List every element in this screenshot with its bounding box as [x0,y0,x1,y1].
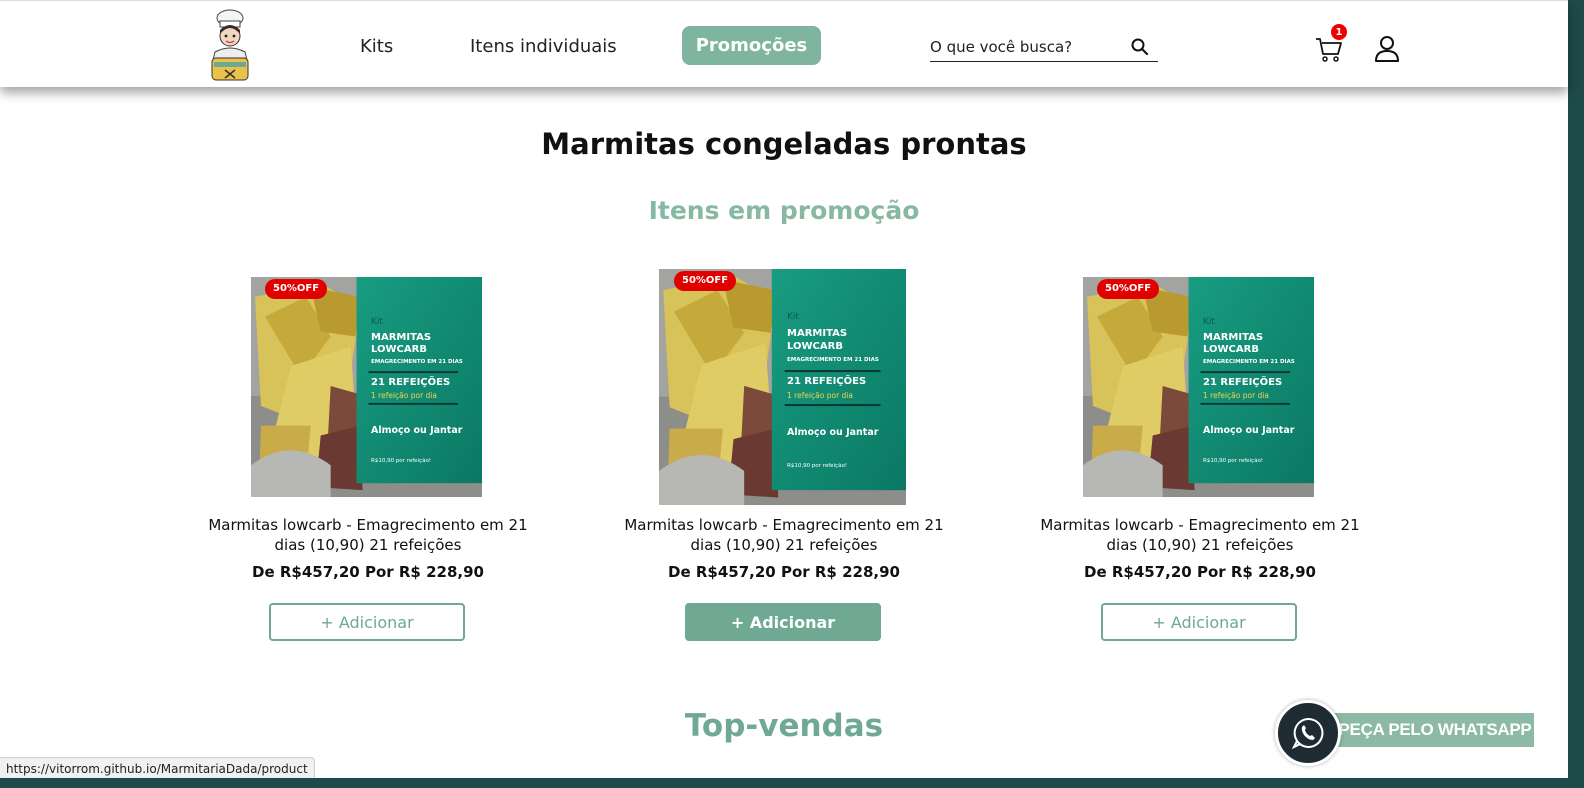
search-bar [930,33,1158,62]
image-subtitle: EMAGRECIMENTO EM 21 DIAS [1203,359,1295,365]
image-title-line-2: LOWCARB [1203,344,1259,355]
image-meal-time: Almoço ou Jantar [1203,425,1295,436]
whatsapp-icon [1291,717,1324,750]
product-image[interactable]: 50%OFF Kit MARMITAS LOWCARB EMAGRECIMENT… [251,277,482,497]
product-name[interactable]: Marmitas lowcarb - Emagrecimento em 21 d… [203,515,533,555]
image-price-note: R$10,90 por refeição! [1203,458,1264,464]
image-meals: 21 REFEIÇÕES [1203,377,1283,388]
product-image[interactable]: 50%OFF Kit MARMITAS LOWCARB EMAGRECIMENT… [1083,277,1314,497]
image-price-note: R$10,90 por refeição! [371,458,432,464]
product-price: De R$457,20 Por R$ 228,90 [1084,563,1316,581]
image-meal-time: Almoço ou Jantar [787,427,879,438]
image-per-day: 1 refeição por dia [371,391,437,400]
site-header: Kits Itens individuais Promoções 1 [0,0,1568,87]
nav-kits[interactable]: Kits [360,36,393,57]
image-per-day: 1 refeição por dia [787,391,853,400]
product-image[interactable]: 50%OFF Kit MARMITAS LOWCARB EMAGRECIMENT… [659,269,906,505]
search-icon[interactable] [1130,37,1150,57]
search-input[interactable] [930,35,1120,59]
image-price-note: R$10,90 por refeição! [787,463,848,469]
image-subtitle: EMAGRECIMENTO EM 21 DIAS [371,359,463,365]
product-name[interactable]: Marmitas lowcarb - Emagrecimento em 21 d… [619,515,949,555]
page-title: Marmitas congeladas prontas [541,127,1027,161]
image-title-line-2: LOWCARB [371,344,427,355]
window-bottom-edge [0,778,1568,788]
nav-itens-individuais[interactable]: Itens individuais [470,36,617,57]
product-card: Marmitas lowcarb - Emagrecimento em 21 d… [1035,515,1365,655]
logo[interactable] [205,8,255,84]
cart-count-badge: 1 [1331,24,1347,40]
discount-badge: 50%OFF [674,271,737,291]
whatsapp-banner[interactable]: PEÇA PELO WHATSAPP [1330,713,1534,747]
product-card: Marmitas lowcarb - Emagrecimento em 21 d… [619,515,949,655]
discount-badge: 50%OFF [265,279,328,299]
section-title-promocoes: Itens em promoção [648,196,920,225]
nav-promocoes[interactable]: Promoções [682,26,821,65]
image-kit-label: Kit [787,312,799,322]
image-kit-label: Kit [1203,317,1215,327]
whatsapp-button[interactable] [1275,700,1341,766]
page-edge [1568,0,1584,788]
image-kit-label: Kit [371,317,383,327]
image-title-line-1: MARMITAS [787,328,848,339]
image-meals: 21 REFEIÇÕES [787,376,867,387]
product-price: De R$457,20 Por R$ 228,90 [252,563,484,581]
image-meal-time: Almoço ou Jantar [371,425,463,436]
image-meals: 21 REFEIÇÕES [371,377,451,388]
image-per-day: 1 refeição por dia [1203,391,1269,400]
discount-badge: 50%OFF [1097,279,1160,299]
product-name[interactable]: Marmitas lowcarb - Emagrecimento em 21 d… [1035,515,1365,555]
user-icon[interactable] [1374,35,1400,63]
image-title-line-1: MARMITAS [1203,332,1264,343]
image-title-line-1: MARMITAS [371,332,432,343]
add-to-cart-button[interactable]: + Adicionar [685,603,881,641]
product-price: De R$457,20 Por R$ 228,90 [668,563,900,581]
image-subtitle: EMAGRECIMENTO EM 21 DIAS [787,357,879,363]
add-to-cart-button[interactable]: + Adicionar [1101,603,1297,641]
add-to-cart-button[interactable]: + Adicionar [269,603,465,641]
product-card: Marmitas lowcarb - Emagrecimento em 21 d… [203,515,533,655]
image-title-line-2: LOWCARB [787,341,843,352]
